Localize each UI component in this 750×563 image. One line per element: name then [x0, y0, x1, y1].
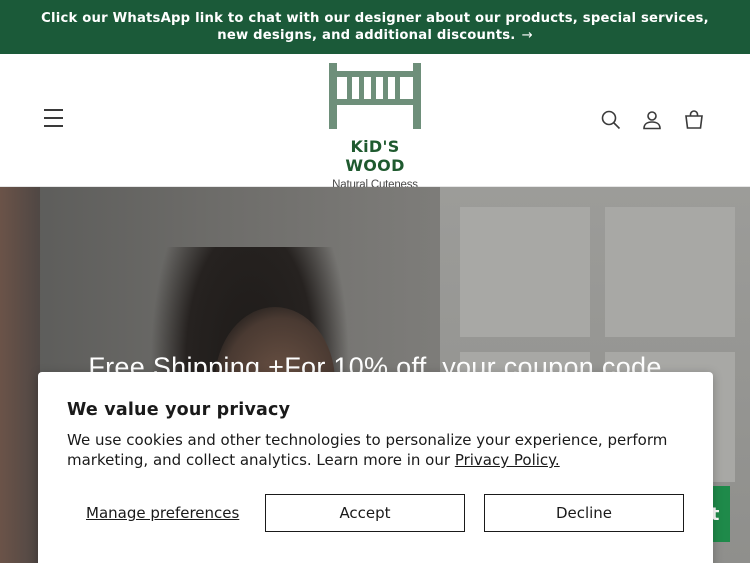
- account-icon[interactable]: [641, 109, 663, 131]
- menu-icon[interactable]: [44, 109, 68, 131]
- arrow-right-icon: →: [521, 28, 533, 43]
- search-icon[interactable]: [600, 109, 622, 131]
- cookie-body-text: We use cookies and other technologies to…: [67, 431, 668, 469]
- announcement-bar[interactable]: Click our WhatsApp link to chat with our…: [0, 0, 750, 54]
- cookie-title: We value your privacy: [67, 400, 291, 420]
- manage-preferences-link[interactable]: Manage preferences: [86, 504, 239, 522]
- cart-icon[interactable]: [683, 109, 705, 131]
- accept-button[interactable]: Accept: [265, 494, 465, 532]
- cookie-actions: Manage preferences Accept Decline: [67, 494, 684, 532]
- announcement-text: Click our WhatsApp link to chat with our…: [41, 11, 709, 43]
- decline-button[interactable]: Decline: [484, 494, 684, 532]
- cookie-banner: We value your privacy We use cookies and…: [38, 372, 713, 563]
- cookie-body: We use cookies and other technologies to…: [67, 430, 684, 470]
- logo[interactable]: KiD'S WOOD Natural Cuteness: [322, 61, 428, 191]
- site-header: KiD'S WOOD Natural Cuteness: [0, 54, 750, 191]
- crib-logo-icon: [329, 63, 421, 129]
- privacy-policy-link[interactable]: Privacy Policy.: [455, 451, 560, 469]
- logo-brand: KiD'S WOOD: [345, 137, 405, 175]
